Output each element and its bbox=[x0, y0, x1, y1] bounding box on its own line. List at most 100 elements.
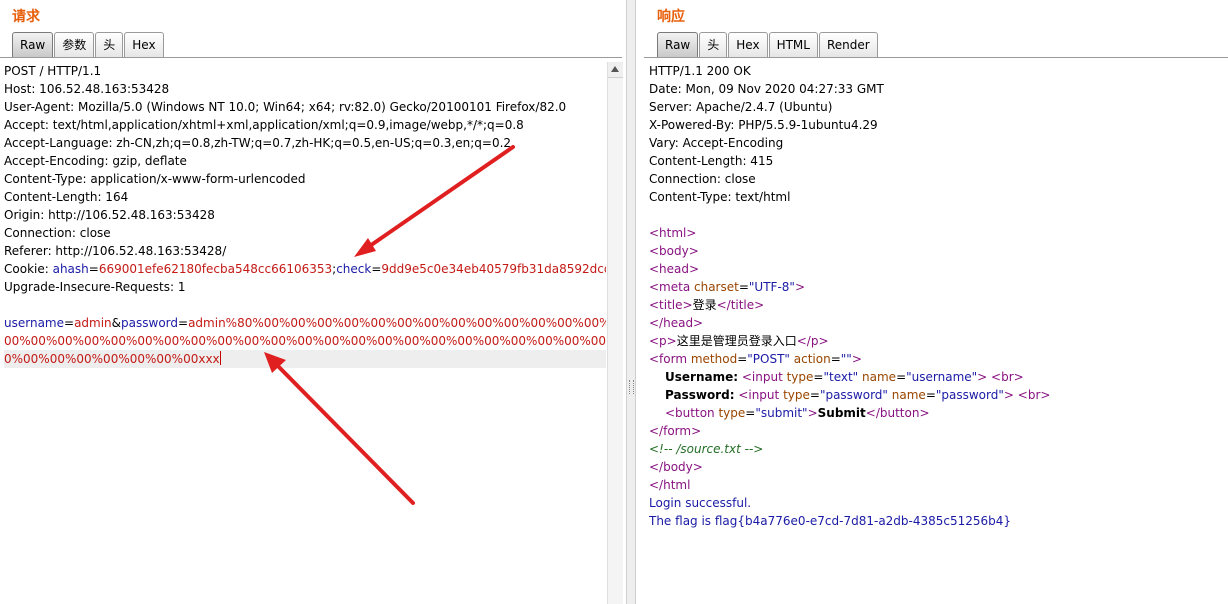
header-host: Host: 106.52.48.163:53428 bbox=[4, 82, 170, 96]
request-tabs: Raw 参数 头 Hex bbox=[12, 32, 165, 58]
request-tab-hex[interactable]: Hex bbox=[124, 32, 164, 57]
param-name-username: username bbox=[4, 316, 64, 330]
password-label: Password: bbox=[665, 388, 735, 402]
button-line: <button type="submit">Submit</button> bbox=[649, 404, 1228, 422]
form-line: <form method="POST" action=""> bbox=[649, 350, 1228, 368]
tag-token: <button bbox=[665, 406, 715, 420]
param-value-password: admin%80%00%00%00%00%00%00%00%00%00%00%0… bbox=[188, 316, 606, 330]
header-content-length: Content-Length: 164 bbox=[4, 190, 129, 204]
response-tabs: Raw 头 Hex HTML Render bbox=[657, 32, 879, 58]
request-tab-raw[interactable]: Raw bbox=[12, 32, 54, 57]
param-name-password: password bbox=[121, 316, 179, 330]
value-token: "UTF-8" bbox=[748, 280, 795, 294]
value-token: "" bbox=[840, 352, 852, 366]
response-tab-hex[interactable]: Hex bbox=[728, 32, 768, 57]
header-accept: Accept: text/html,application/xhtml+xml,… bbox=[4, 118, 524, 132]
resp-header-content-type: Content-Type: text/html bbox=[649, 190, 791, 204]
response-tab-render[interactable]: Render bbox=[818, 32, 878, 57]
tag-token: <p> bbox=[649, 334, 677, 348]
tag-token: > bbox=[977, 370, 988, 384]
tag-token: > bbox=[794, 280, 805, 294]
tag-token: <br> bbox=[1013, 388, 1051, 402]
head-open: <head> bbox=[649, 262, 700, 276]
request-pane: 请求 Raw 参数 头 Hex POST / HTTP/1.1 Host: 10… bbox=[0, 0, 624, 604]
request-tab-params[interactable]: 参数 bbox=[54, 32, 95, 57]
tag-token: > bbox=[1003, 388, 1014, 402]
tag-token: > bbox=[851, 352, 862, 366]
attr-token: type bbox=[782, 370, 814, 384]
resp-header-server: Server: Apache/2.4.7 (Ubuntu) bbox=[649, 100, 833, 114]
tag-token: <input bbox=[738, 370, 783, 384]
meta-line: <meta charset="UTF-8"> bbox=[649, 278, 1228, 296]
cookie-value-ahash: 669001efe62180fecba548cc66106353 bbox=[98, 262, 333, 276]
html-close: </html bbox=[649, 478, 691, 492]
form-close: </form> bbox=[649, 424, 702, 438]
tag-token: <input bbox=[734, 388, 780, 402]
resp-header-powered-by: X-Powered-By: PHP/5.5.9-1ubuntu4.29 bbox=[649, 118, 878, 132]
p-text: 这里是管理员登录入口 bbox=[676, 334, 797, 348]
pane-splitter[interactable] bbox=[626, 0, 636, 604]
value-token: "submit" bbox=[755, 406, 808, 420]
cookie-key: Cookie: bbox=[4, 262, 53, 276]
attr-token: type bbox=[779, 388, 810, 402]
attr-token: name bbox=[858, 370, 897, 384]
resp-header-vary: Vary: Accept-Encoding bbox=[649, 136, 784, 150]
body-close: </body> bbox=[649, 460, 703, 474]
response-tab-headers[interactable]: 头 bbox=[699, 32, 728, 57]
button-text: Submit bbox=[817, 406, 866, 420]
tag-token: </p> bbox=[796, 334, 829, 348]
response-editor[interactable]: HTTP/1.1 200 OK Date: Mon, 09 Nov 2020 0… bbox=[649, 62, 1228, 604]
request-editor[interactable]: POST / HTTP/1.1 Host: 106.52.48.163:5342… bbox=[4, 62, 606, 604]
header-user-agent: User-Agent: Mozilla/5.0 (Windows NT 10.0… bbox=[4, 100, 567, 114]
eq-token: = bbox=[925, 388, 936, 402]
chevron-up-icon bbox=[611, 66, 619, 72]
tag-token: <title> bbox=[649, 298, 693, 312]
request-scrollbar[interactable] bbox=[607, 62, 623, 604]
tag-token: <br> bbox=[987, 370, 1024, 384]
flag-message: The flag is flag{b4a776e0-e7cd-7d81-a2db… bbox=[649, 514, 1012, 528]
header-upgrade-insecure: Upgrade-Insecure-Requests: 1 bbox=[4, 280, 186, 294]
header-accept-language: Accept-Language: zh-CN,zh;q=0.8,zh-TW;q=… bbox=[4, 136, 512, 150]
value-token: "username" bbox=[906, 370, 978, 384]
eq-token: = bbox=[896, 370, 907, 384]
response-title: 响应 bbox=[657, 9, 685, 25]
cookie-eq: = bbox=[88, 262, 99, 276]
status-line: HTTP/1.1 200 OK bbox=[649, 64, 751, 78]
tag-token: > bbox=[807, 406, 818, 420]
html-comment: <!-- /source.txt --> bbox=[649, 442, 764, 456]
attr-token: action bbox=[789, 352, 831, 366]
response-pane: 响应 Raw 头 Hex HTML Render HTTP/1.1 200 OK… bbox=[644, 0, 1228, 604]
html-open: <html> bbox=[649, 226, 697, 240]
header-accept-encoding: Accept-Encoding: gzip, deflate bbox=[4, 154, 187, 168]
tag-token: </button> bbox=[865, 406, 930, 420]
body-line-1: username=admin&password=admin%80%00%00%0… bbox=[4, 314, 606, 332]
header-content-type: Content-Type: application/x-www-form-url… bbox=[4, 172, 306, 186]
cookie-eq: = bbox=[371, 262, 382, 276]
cookie-name-ahash: ahash bbox=[52, 262, 89, 276]
eq-token: = bbox=[809, 388, 820, 402]
resp-header-date: Date: Mon, 09 Nov 2020 04:27:33 GMT bbox=[649, 82, 884, 96]
tag-token: <form bbox=[649, 352, 688, 366]
attr-token: charset bbox=[690, 280, 739, 294]
title-line: <title>登录</title> bbox=[649, 296, 1228, 314]
param-value-username: admin bbox=[74, 316, 112, 330]
eq-token: = bbox=[737, 352, 748, 366]
header-origin: Origin: http://106.52.48.163:53428 bbox=[4, 208, 215, 222]
eq-token: = bbox=[745, 406, 756, 420]
response-tab-html[interactable]: HTML bbox=[768, 32, 818, 57]
request-tab-headers[interactable]: 头 bbox=[95, 32, 124, 57]
password-line: Password: <input type="password" name="p… bbox=[649, 386, 1228, 404]
value-token: "text" bbox=[823, 370, 859, 384]
value-token: "password" bbox=[935, 388, 1004, 402]
response-tab-underline bbox=[644, 57, 1228, 58]
header-referer: Referer: http://106.52.48.163:53428/ bbox=[4, 244, 227, 258]
head-close: </head> bbox=[649, 316, 704, 330]
request-line: POST / HTTP/1.1 bbox=[4, 64, 102, 78]
response-tab-raw[interactable]: Raw bbox=[657, 32, 699, 57]
value-token: "POST" bbox=[747, 352, 790, 366]
cookie-name-check: check bbox=[336, 262, 372, 276]
eq-token: = bbox=[738, 280, 749, 294]
scroll-up-button[interactable] bbox=[608, 62, 623, 78]
